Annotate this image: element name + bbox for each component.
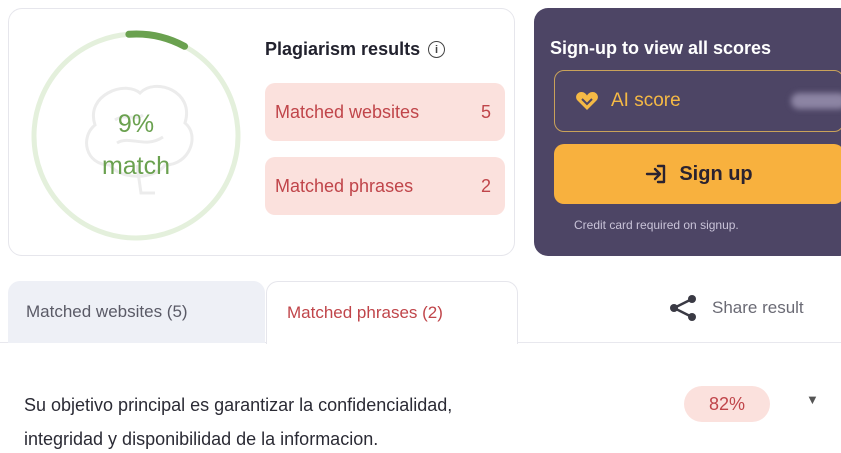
matched-phrase-text[interactable]: Su objetivo principal es garantizar la c…	[24, 388, 624, 453]
ai-score-label: AI score	[611, 90, 681, 111]
signup-label: Sign up	[679, 162, 753, 185]
results-title: Plagiarism results	[265, 39, 421, 59]
plagiarism-summary-card: 9% match Plagiarism results i Matched we…	[8, 8, 515, 256]
results-heading: Plagiarism results i	[265, 39, 446, 60]
login-arrow-icon	[646, 164, 666, 184]
phrase-match-percent: 82%	[684, 386, 770, 422]
phrase-line-1: Su objetivo principal es garantizar la c…	[24, 395, 453, 415]
phrase-line-2: integridad y disponibilidad de la inform…	[24, 429, 379, 449]
tab-matched-websites[interactable]: Matched websites (5)	[8, 281, 265, 343]
tab-matched-phrases[interactable]: Matched phrases (2)	[266, 281, 518, 344]
matched-websites-pill[interactable]: Matched websites 5	[265, 83, 505, 141]
signup-promo-card: Sign-up to view all scores AI score Sign…	[534, 8, 841, 256]
ai-heart-icon	[576, 92, 598, 110]
tab-matched-websites-label: Matched websites (5)	[26, 302, 188, 321]
match-percent: 9%	[117, 110, 155, 138]
share-result-button[interactable]: Share result	[668, 294, 804, 322]
match-ring: 9% match	[25, 25, 247, 247]
matched-phrases-pill[interactable]: Matched phrases 2	[265, 157, 505, 215]
share-icon	[670, 295, 696, 321]
matched-websites-count: 5	[480, 101, 491, 122]
ai-score-hidden-value	[791, 93, 841, 109]
signup-button[interactable]: Sign up	[554, 144, 841, 204]
chevron-down-icon[interactable]: ▼	[806, 392, 819, 407]
promo-title: Sign-up to view all scores	[550, 38, 772, 58]
share-label: Share result	[712, 298, 804, 317]
ai-score-box: AI score	[554, 70, 841, 132]
matched-phrases-label: Matched phrases	[275, 175, 414, 196]
matched-websites-label: Matched websites	[275, 101, 420, 122]
matched-phrases-count: 2	[480, 175, 491, 196]
match-label: match	[101, 152, 171, 180]
tab-matched-phrases-label: Matched phrases (2)	[287, 303, 443, 322]
info-icon[interactable]: i	[428, 41, 446, 58]
match-ring-text: 9% match	[25, 103, 247, 187]
credit-card-note: Credit card required on signup.	[574, 218, 739, 232]
